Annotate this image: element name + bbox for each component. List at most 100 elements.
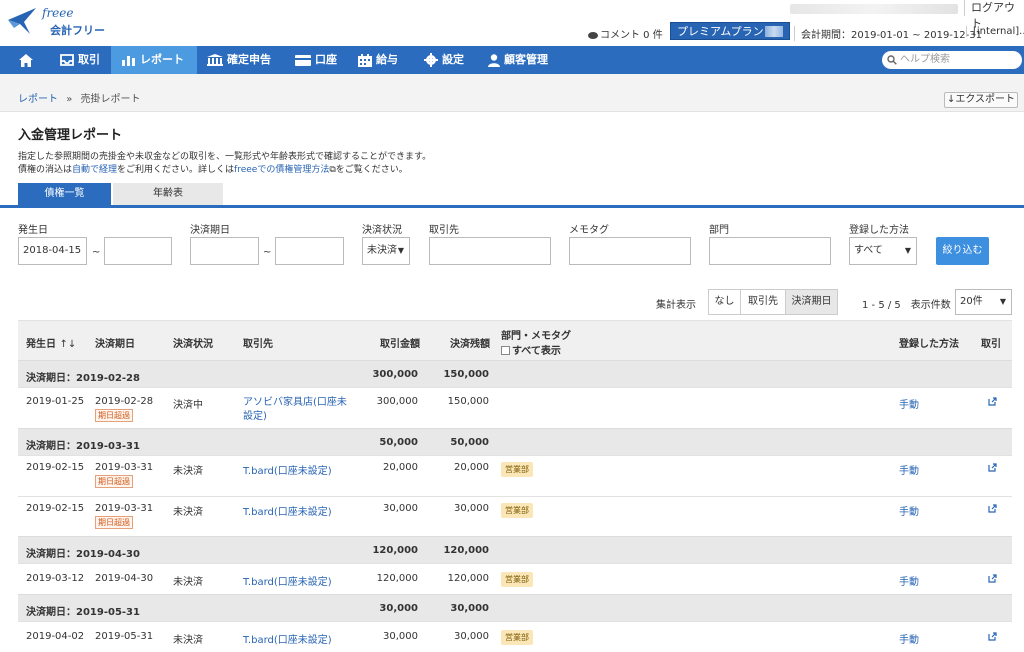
occurrence-date-label: 発生日 <box>18 225 48 236</box>
memo-tag-label: メモタグ <box>569 225 609 236</box>
table-row: 2019-04-02 2019-05-31 未決済 T.bard(口座未設定) … <box>18 621 1012 652</box>
cell-date: 2019-04-02 <box>26 631 85 642</box>
overdue-badge: 期日超過 <box>95 409 133 422</box>
result-range: 1 - 5 / 5 <box>862 300 901 311</box>
help-search-input[interactable]: ヘルプ検索 <box>882 51 1022 69</box>
occurrence-from-input[interactable]: 2018-04-15 <box>18 237 87 265</box>
status-select[interactable]: 未決済 ▼ <box>362 237 410 265</box>
cell-amount: 30,000 <box>383 503 418 514</box>
group-amount: 120,000 <box>372 545 418 556</box>
cell-partner-link[interactable]: T.bard(口座未設定) <box>243 462 332 477</box>
department-input[interactable] <box>709 237 831 265</box>
receivables-guide-link[interactable]: freeeでの債権管理方法 <box>234 165 329 175</box>
page-size-value: 20件 <box>960 296 983 307</box>
cell-amount: 30,000 <box>383 631 418 642</box>
premium-plan-badge[interactable]: プレミアムプラン <box>670 22 790 40</box>
nav-payroll[interactable]: 給与 <box>358 46 408 74</box>
nav-settings[interactable]: 設定 <box>424 46 474 74</box>
group-title: 決済期日：2019-02-28 <box>26 373 140 384</box>
calendar-icon <box>358 53 372 67</box>
sort-icon[interactable]: ↑↓ <box>59 339 76 350</box>
cell-method-link[interactable]: 手動 <box>899 503 919 518</box>
cell-balance: 120,000 <box>447 573 489 584</box>
page-title: 入金管理レポート <box>18 128 123 143</box>
table-row: 2019-03-12 2019-04-30 未決済 T.bard(口座未設定) … <box>18 563 1012 594</box>
open-deal-link[interactable] <box>988 632 997 641</box>
brand-name: freee <box>42 6 74 20</box>
company-selector[interactable]: [internal]... <box>966 26 1024 37</box>
nav-payroll-label: 給与 <box>376 53 398 66</box>
nav-reports[interactable]: レポート <box>111 46 197 74</box>
comment-link[interactable]: コメント 0 件 <box>588 26 663 41</box>
freee-logo[interactable]: freee 会計フリー <box>6 4 106 40</box>
tab-aging-table[interactable]: 年齢表 <box>113 183 223 205</box>
open-deal-link[interactable] <box>988 574 997 583</box>
show-all-checkbox[interactable]: すべて表示 <box>501 342 561 357</box>
cell-partner-link[interactable]: アソビバ家具店(口座未設定) <box>243 396 353 424</box>
memo-tag-input[interactable] <box>569 237 691 265</box>
cell-due: 2019-02-28 <box>95 396 154 407</box>
col-amount: 取引金額 <box>380 339 420 350</box>
dept-tag-label: 営業部 <box>501 462 533 477</box>
card-icon <box>295 54 311 66</box>
logout-link[interactable]: ログアウト <box>964 0 1024 30</box>
method-select[interactable]: すべて ▼ <box>849 237 917 265</box>
cell-due: 2019-03-31 <box>95 462 154 473</box>
open-deal-link[interactable] <box>988 504 997 513</box>
nav-deals-label: 取引 <box>78 53 100 66</box>
fiscal-period[interactable]: 会計期間：2019-01-01 ~ 2019-12-31 <box>794 26 982 41</box>
checkbox-icon[interactable] <box>501 346 510 355</box>
dept-tag: 営業部 <box>501 462 533 477</box>
breadcrumb-current: 売掛レポート <box>80 94 141 105</box>
app-name: 会計フリー <box>50 24 105 37</box>
nav-tax-return[interactable]: 確定申告 <box>207 46 283 74</box>
cell-partner-link[interactable]: T.bard(口座未設定) <box>243 503 332 518</box>
page-description: 指定した参照期間の売掛金や未収金などの取引を、一覧形式や年齢表形式で確認すること… <box>18 152 432 162</box>
external-link-icon <box>988 632 997 641</box>
cell-method-link[interactable]: 手動 <box>899 462 919 477</box>
export-button[interactable]: ↓エクスポート <box>944 92 1018 108</box>
cell-amount: 120,000 <box>376 573 418 584</box>
due-to-input[interactable] <box>275 237 344 265</box>
aggregate-label: 集計表示 <box>656 300 696 311</box>
overdue-badge: 期日超過 <box>95 475 133 488</box>
external-link-icon <box>988 574 997 583</box>
auto-accounting-link[interactable]: 自動で経理 <box>72 165 117 175</box>
page-size-select[interactable]: 20件 ▼ <box>955 289 1012 315</box>
main-nav: 取引 レポート 確定申告 口座 給与 設定 顧客管理 ヘルプ検索 <box>0 46 1024 74</box>
due-from-input[interactable] <box>190 237 259 265</box>
export-label: エクスポート <box>955 94 1016 105</box>
aggregate-partner[interactable]: 取引先 <box>740 289 786 315</box>
nav-crm[interactable]: 顧客管理 <box>488 46 552 74</box>
cell-partner-link[interactable]: T.bard(口座未設定) <box>243 573 332 588</box>
cell-method-link[interactable]: 手動 <box>899 573 919 588</box>
cell-due: 2019-05-31 <box>95 631 154 642</box>
cell-status: 未決済 <box>173 507 203 518</box>
external-link-icon <box>988 397 997 406</box>
range-tilde: ~ <box>263 247 272 258</box>
cell-method-link[interactable]: 手動 <box>899 631 919 646</box>
nav-home[interactable] <box>0 46 52 74</box>
aggregate-due-date[interactable]: 決済期日 <box>785 289 838 315</box>
open-deal-link[interactable] <box>988 463 997 472</box>
apply-filter-button[interactable]: 絞り込む <box>936 237 989 265</box>
breadcrumb-reports[interactable]: レポート <box>18 94 58 105</box>
help-text-part: をご利用ください。詳しくは <box>117 165 235 175</box>
col-partner: 取引先 <box>243 339 273 350</box>
group-balance: 150,000 <box>443 369 489 380</box>
overdue-badge: 期日超過 <box>95 516 133 529</box>
partner-input[interactable] <box>429 237 551 265</box>
cell-balance: 150,000 <box>447 396 489 407</box>
aggregate-none[interactable]: なし <box>708 289 741 315</box>
cell-partner-link[interactable]: T.bard(口座未設定) <box>243 631 332 646</box>
cell-method-link[interactable]: 手動 <box>899 396 919 411</box>
col-occurrence[interactable]: 発生日 ↑↓ <box>26 335 76 350</box>
nav-deals[interactable]: 取引 <box>56 46 106 74</box>
occurrence-to-input[interactable] <box>104 237 172 265</box>
nav-accounts[interactable]: 口座 <box>295 46 345 74</box>
department-label: 部門 <box>709 225 729 236</box>
open-deal-link[interactable] <box>988 397 997 406</box>
status-label: 決済状況 <box>362 225 402 236</box>
user-icon <box>488 53 500 67</box>
tab-receivables-list[interactable]: 債権一覧 <box>18 183 111 205</box>
